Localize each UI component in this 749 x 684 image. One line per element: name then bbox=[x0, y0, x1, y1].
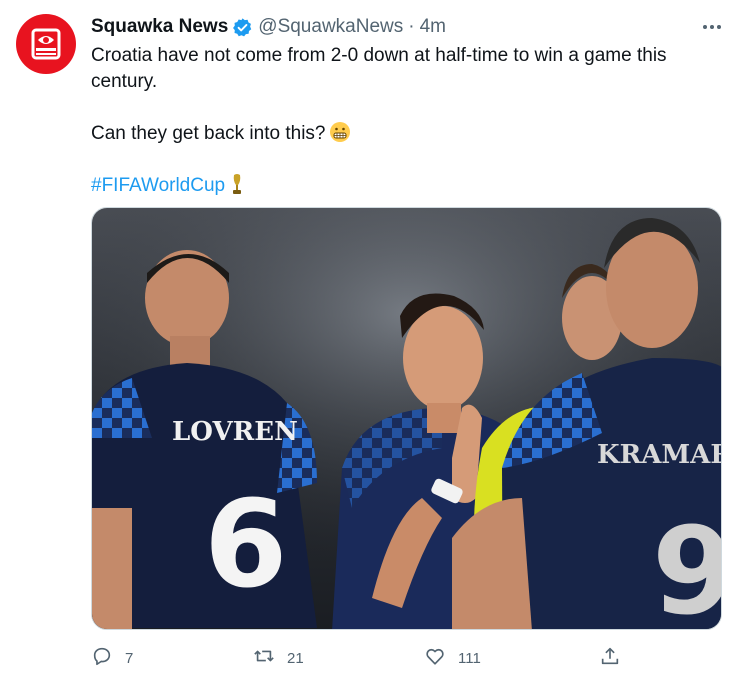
tweet-hashtag-line: #FIFAWorldCup bbox=[91, 173, 711, 199]
jersey-number-left: 6 bbox=[204, 476, 288, 615]
reply-count: 7 bbox=[125, 649, 134, 667]
tweet-question: Can they get back into this? bbox=[91, 123, 326, 144]
tweet-photo[interactable]: LOVREN 6 KRAMA bbox=[91, 207, 722, 630]
author-name[interactable]: Squawka News bbox=[91, 16, 228, 38]
like-icon bbox=[424, 645, 446, 671]
tweet-text-line1: Croatia have not come from 2-0 down at h… bbox=[91, 45, 667, 92]
author-handle[interactable]: @SquawkaNews bbox=[258, 16, 403, 38]
reply-button[interactable]: 7 bbox=[91, 644, 133, 672]
jersey-name-right: KRAMARIĆ bbox=[597, 438, 722, 470]
grimacing-face-emoji-icon bbox=[329, 121, 351, 143]
hashtag-link[interactable]: #FIFAWorldCup bbox=[91, 175, 225, 196]
more-icon[interactable] bbox=[697, 14, 727, 40]
tweet-text-line2: Can they get back into this? bbox=[91, 121, 711, 147]
tweet-header: Squawka News @SquawkaNews · 4m bbox=[91, 14, 446, 40]
verified-badge-icon bbox=[232, 17, 253, 38]
avatar[interactable] bbox=[16, 14, 76, 74]
tweet-text: Croatia have not come from 2-0 down at h… bbox=[91, 43, 711, 199]
retweet-button[interactable]: 21 bbox=[253, 644, 304, 672]
separator-dot: · bbox=[408, 16, 415, 37]
timestamp[interactable]: 4m bbox=[420, 16, 446, 38]
tweet[interactable]: Squawka News @SquawkaNews · 4m Croatia h… bbox=[0, 0, 749, 684]
squawka-logo-icon bbox=[31, 28, 61, 60]
jersey-name-left: LOVREN bbox=[172, 417, 298, 447]
trophy-emoji-icon bbox=[231, 173, 243, 195]
like-button[interactable]: 111 bbox=[424, 644, 481, 672]
tweet-actions: 7 21 111 bbox=[91, 644, 731, 672]
share-button[interactable] bbox=[599, 644, 621, 672]
reply-icon bbox=[91, 645, 113, 671]
share-icon bbox=[599, 645, 621, 671]
jersey-number-right: 9 bbox=[652, 503, 722, 630]
like-count: 111 bbox=[458, 649, 481, 667]
retweet-icon bbox=[253, 645, 275, 671]
retweet-count: 21 bbox=[287, 649, 304, 667]
